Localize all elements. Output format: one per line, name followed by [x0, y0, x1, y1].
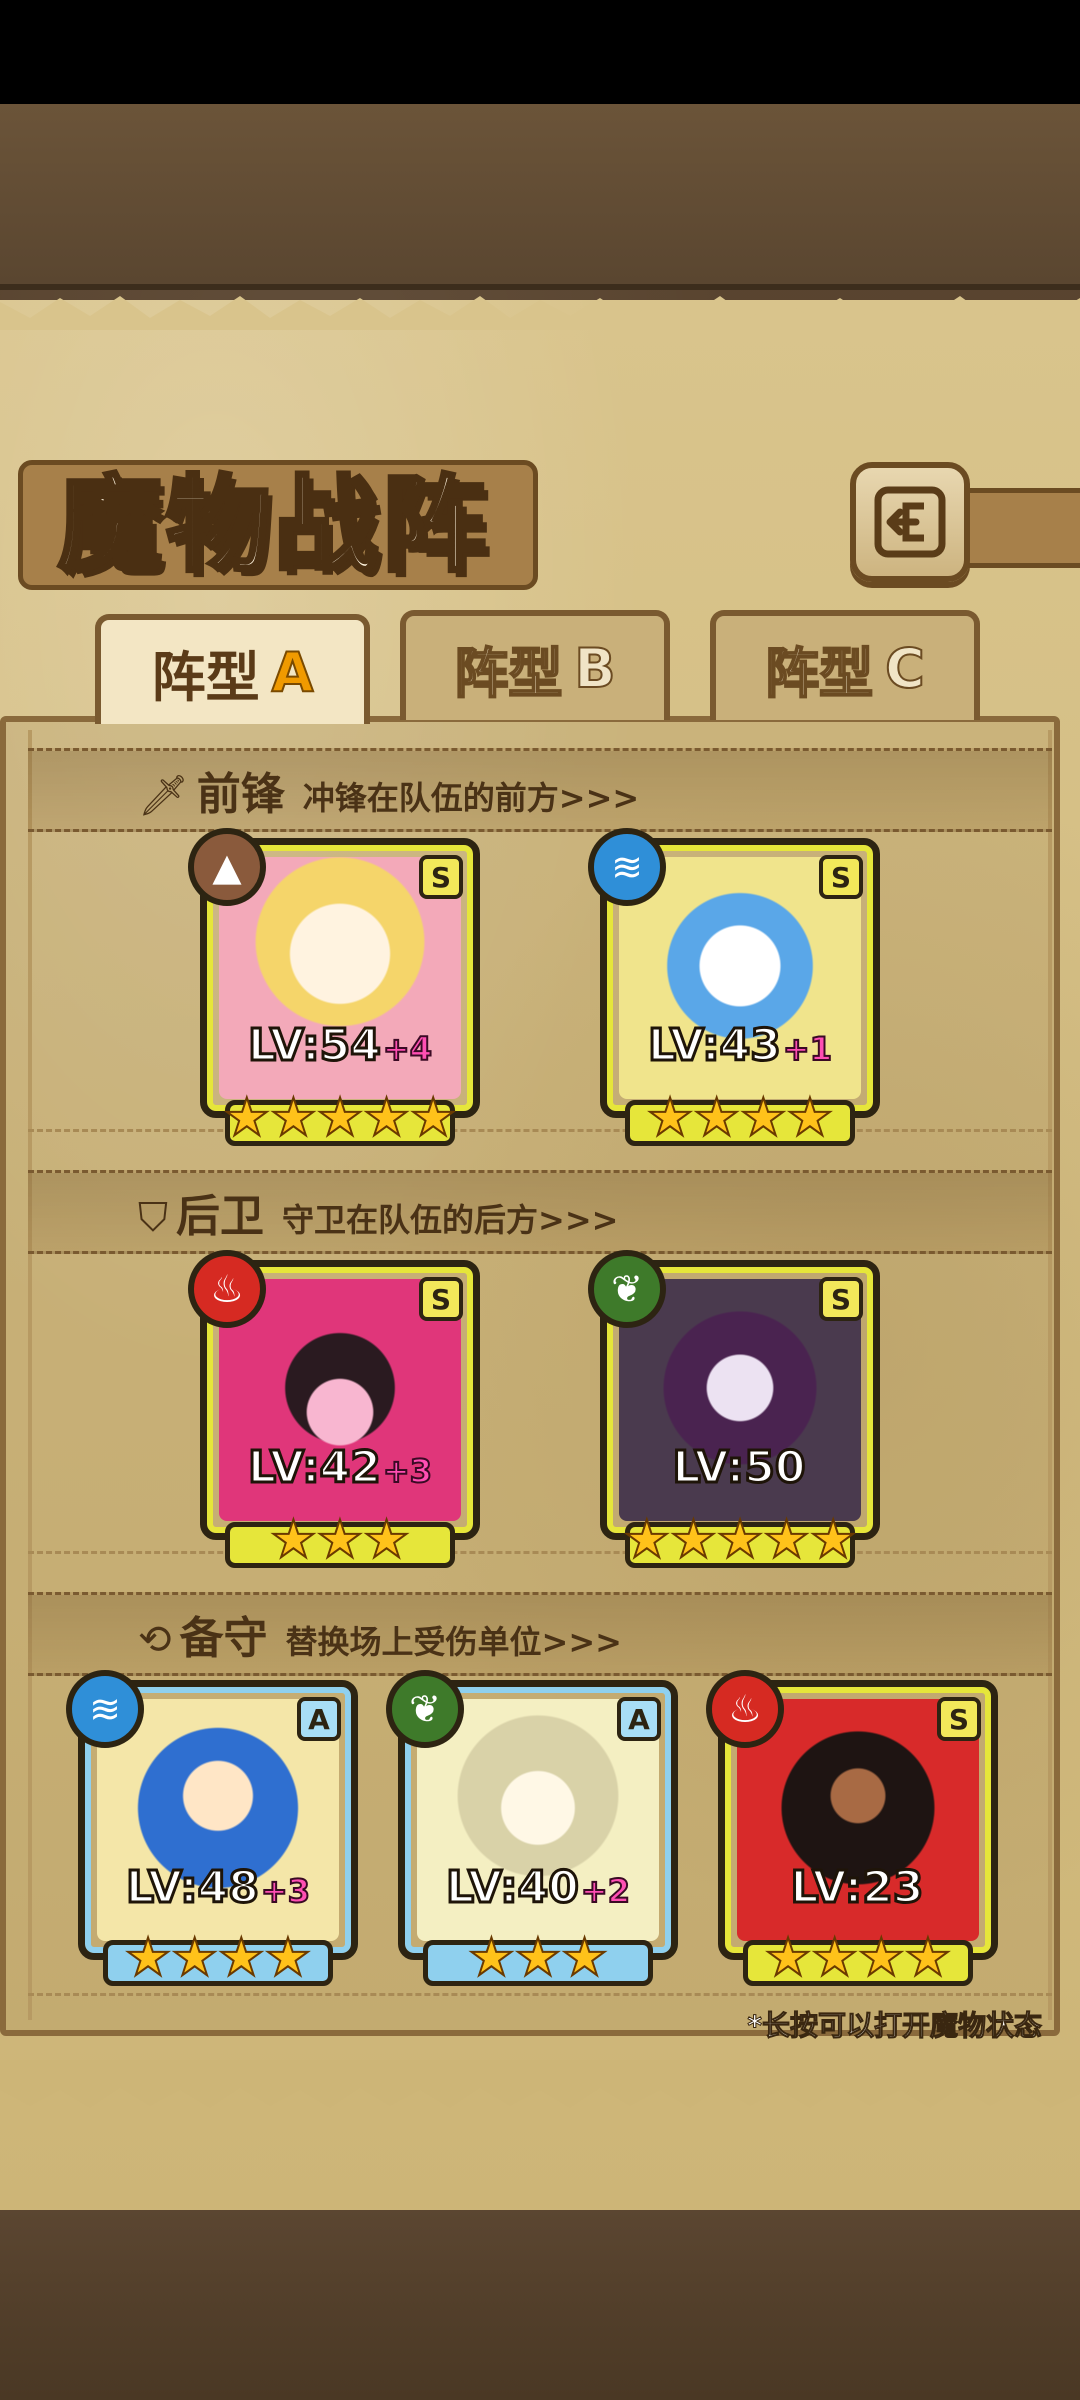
level-text: LV:50 — [671, 1441, 807, 1495]
star-rating: ★★★★ — [124, 1928, 312, 1988]
star-rating: ★★★ — [467, 1928, 609, 1988]
tab-formation-a[interactable]: 阵型 A — [95, 614, 370, 724]
level-label: LV:42+3 — [207, 1441, 473, 1495]
level-plus: +3 — [260, 1871, 311, 1911]
level-plus: +2 — [580, 1871, 631, 1911]
tab-letter: C — [884, 636, 926, 701]
rank-badge: S — [419, 1277, 463, 1321]
level-label: LV:48+3 — [85, 1861, 351, 1915]
tab-label: 阵型 — [151, 645, 260, 709]
section-title: 备守 — [179, 1613, 268, 1664]
section-desc: 替换场上受伤单位>>> — [285, 1623, 622, 1661]
rank-badge: S — [819, 855, 863, 899]
plant-element-icon: ❦ — [588, 1250, 666, 1328]
rank-badge: S — [419, 855, 463, 899]
torn-edge-bottom — [0, 2060, 1080, 2108]
water-element-icon: ≋ — [66, 1670, 144, 1748]
section-desc: 冲锋在队伍的前方>>> — [302, 779, 640, 817]
section-desc: 守卫在队伍的后方>>> — [282, 1201, 619, 1239]
shield-icon: ⛉ — [138, 1195, 168, 1241]
level-text: LV:54 — [247, 1019, 383, 1073]
star-rating: ★★★★ — [646, 1088, 834, 1148]
level-label: LV:23 — [725, 1861, 991, 1915]
star-rating: ★★★★ — [764, 1928, 952, 1988]
back-button[interactable] — [850, 462, 970, 582]
level-label: LV:43+1 — [607, 1019, 873, 1073]
section-reserve: ⟲ 备守 替换场上受伤单位>>> — [28, 1592, 1052, 1676]
tab-label: 阵型 — [453, 641, 563, 706]
status-bar — [0, 0, 1080, 104]
tab-formation-b[interactable]: 阵型 B — [400, 610, 670, 720]
plant-element-icon: ❦ — [386, 1670, 464, 1748]
section-title: 后卫 — [176, 1191, 264, 1242]
level-plus: +3 — [382, 1451, 433, 1491]
sword-icon: 🗡 — [138, 773, 189, 819]
level-text: LV:23 — [789, 1861, 925, 1915]
earth-element-icon: ▲ — [188, 828, 266, 906]
fire-element-icon: ♨ — [188, 1250, 266, 1328]
tab-letter: A — [271, 640, 315, 705]
level-text: LV:48 — [125, 1861, 261, 1915]
map-band-top — [0, 104, 1080, 290]
level-plus: +4 — [382, 1029, 433, 1069]
level-label: LV:50 — [607, 1441, 873, 1495]
fire-element-icon: ♨ — [706, 1670, 784, 1748]
rank-badge: A — [297, 1697, 341, 1741]
level-label: LV:54+4 — [207, 1019, 473, 1073]
page-title: 魔物战阵 — [56, 462, 491, 588]
level-text: LV:43 — [647, 1019, 783, 1073]
level-text: LV:40 — [445, 1861, 581, 1915]
section-front: 🗡 前锋 冲锋在队伍的前方>>> — [28, 748, 1052, 832]
section-title: 前锋 — [196, 769, 285, 820]
torn-edge-top — [0, 296, 1080, 330]
back-arrow-icon — [874, 486, 946, 558]
map-band-bottom — [0, 2210, 1080, 2400]
rank-badge: S — [937, 1697, 981, 1741]
rank-badge: S — [819, 1277, 863, 1321]
star-rating: ★★★ — [269, 1510, 411, 1570]
star-rating: ★★★★★ — [222, 1088, 457, 1148]
front-row — [28, 832, 1052, 1132]
rank-badge: A — [617, 1697, 661, 1741]
swap-icon: ⟲ — [138, 1617, 172, 1663]
tab-formation-c[interactable]: 阵型 C — [710, 610, 980, 720]
tab-letter: B — [573, 636, 616, 701]
rear-row — [28, 1254, 1052, 1554]
level-label: LV:40+2 — [405, 1861, 671, 1915]
hint-text: *长按可以打开魔物状态 — [747, 2009, 1043, 2043]
star-rating: ★★★★★ — [622, 1510, 857, 1570]
level-plus: +1 — [782, 1029, 833, 1069]
level-text: LV:42 — [247, 1441, 383, 1495]
tab-label: 阵型 — [764, 641, 874, 706]
section-rear: ⛉ 后卫 守卫在队伍的后方>>> — [28, 1170, 1052, 1254]
water-element-icon: ≋ — [588, 828, 666, 906]
